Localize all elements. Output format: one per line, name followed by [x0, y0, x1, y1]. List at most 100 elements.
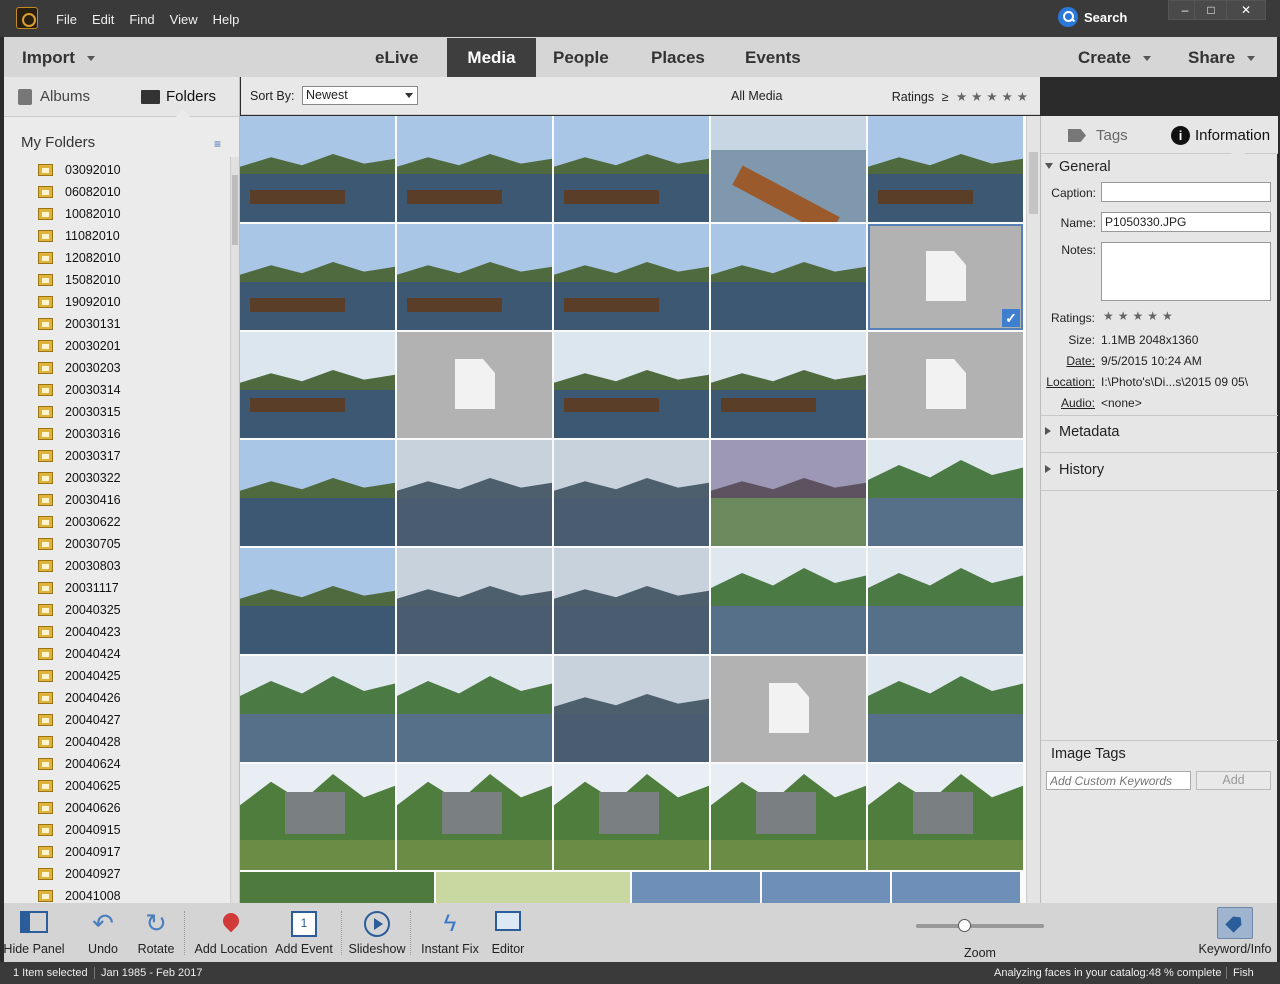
media-thumbnail[interactable]: [554, 116, 709, 222]
media-thumbnail[interactable]: [554, 656, 709, 762]
search-button[interactable]: Search: [1058, 7, 1127, 27]
media-thumbnail[interactable]: [240, 224, 395, 330]
notes-field[interactable]: [1101, 242, 1271, 301]
folder-item[interactable]: 20040917: [38, 841, 228, 863]
media-thumbnail[interactable]: [632, 872, 760, 903]
folder-item[interactable]: 20040424: [38, 643, 228, 665]
folder-item[interactable]: 20030201: [38, 335, 228, 357]
collapse-triangle-icon[interactable]: [1045, 163, 1053, 169]
audio-label[interactable]: Audio:: [1041, 396, 1095, 410]
media-thumbnail[interactable]: [397, 656, 552, 762]
zoom-slider[interactable]: [916, 919, 1044, 932]
keyword-info-button[interactable]: Keyword/Info: [1194, 903, 1276, 962]
media-grid-scrollbar[interactable]: [1026, 116, 1040, 903]
rating-stars-icon[interactable]: ★★★★★: [956, 90, 1032, 104]
media-thumbnail[interactable]: [397, 440, 552, 546]
folder-item[interactable]: 20040428: [38, 731, 228, 753]
media-thumbnail[interactable]: [711, 656, 866, 762]
folder-item[interactable]: 20030705: [38, 533, 228, 555]
folder-item[interactable]: 20040626: [38, 797, 228, 819]
media-thumbnail[interactable]: [868, 116, 1023, 222]
tab-information[interactable]: i Information: [1171, 126, 1270, 145]
media-thumbnail[interactable]: [240, 332, 395, 438]
tab-media[interactable]: Media: [447, 38, 536, 77]
media-thumbnail[interactable]: [711, 764, 866, 870]
general-section-header[interactable]: General: [1059, 159, 1111, 175]
expand-triangle-icon[interactable]: [1045, 465, 1051, 473]
folder-item[interactable]: 12082010: [38, 247, 228, 269]
media-thumbnail[interactable]: [868, 656, 1023, 762]
tab-events[interactable]: Events: [745, 48, 801, 68]
folder-item[interactable]: 15082010: [38, 269, 228, 291]
tab-albums[interactable]: Albums: [18, 88, 90, 105]
media-thumbnail[interactable]: [436, 872, 630, 903]
folder-item[interactable]: 20040427: [38, 709, 228, 731]
instant-fix-button[interactable]: ϟ Instant Fix: [418, 903, 482, 962]
media-thumbnail[interactable]: [868, 440, 1023, 546]
folder-list-scrollbar[interactable]: [230, 157, 239, 903]
folder-item[interactable]: 11082010: [38, 225, 228, 247]
editor-button[interactable]: Editor: [486, 903, 530, 962]
media-thumbnail[interactable]: [868, 548, 1023, 654]
folder-item[interactable]: 20030622: [38, 511, 228, 533]
folder-item[interactable]: 20030203: [38, 357, 228, 379]
folder-item[interactable]: 20030315: [38, 401, 228, 423]
media-thumbnail[interactable]: [397, 224, 552, 330]
add-location-button[interactable]: Add Location: [192, 903, 270, 962]
check-icon[interactable]: ✓: [1002, 309, 1020, 327]
folder-item[interactable]: 20030314: [38, 379, 228, 401]
folder-item[interactable]: 06082010: [38, 181, 228, 203]
folder-menu-icon[interactable]: ≡: [214, 137, 221, 151]
date-label[interactable]: Date:: [1041, 354, 1095, 368]
rating-stars-icon[interactable]: ★★★★★: [1103, 309, 1177, 323]
import-button[interactable]: Import: [22, 48, 95, 68]
media-thumbnail[interactable]: [397, 548, 552, 654]
rotate-button[interactable]: ↻ Rotate: [134, 903, 178, 962]
media-thumbnail[interactable]: [762, 872, 890, 903]
scrollbar-thumb[interactable]: [232, 175, 238, 245]
folder-item[interactable]: 20040425: [38, 665, 228, 687]
media-thumbnail[interactable]: [868, 764, 1023, 870]
media-thumbnail[interactable]: [868, 332, 1023, 438]
maximize-button[interactable]: □: [1194, 0, 1228, 20]
folder-item[interactable]: 20030316: [38, 423, 228, 445]
slideshow-button[interactable]: Slideshow: [348, 903, 406, 962]
folder-item[interactable]: 20040624: [38, 753, 228, 775]
folder-item[interactable]: 20040927: [38, 863, 228, 885]
tab-folders[interactable]: Folders: [141, 88, 216, 105]
folder-item[interactable]: 20040915: [38, 819, 228, 841]
folder-item[interactable]: 20040426: [38, 687, 228, 709]
folder-item[interactable]: 10082010: [38, 203, 228, 225]
media-thumbnail[interactable]: [711, 116, 866, 222]
media-thumbnail[interactable]: [711, 548, 866, 654]
caption-field[interactable]: [1101, 182, 1271, 202]
media-thumbnail[interactable]: [554, 332, 709, 438]
folder-item[interactable]: 19092010: [38, 291, 228, 313]
media-thumbnail[interactable]: [711, 440, 866, 546]
media-thumbnail[interactable]: [554, 224, 709, 330]
media-thumbnail[interactable]: [397, 116, 552, 222]
menu-file[interactable]: File: [56, 12, 77, 27]
keyword-input[interactable]: [1046, 771, 1191, 790]
media-thumbnail[interactable]: [554, 548, 709, 654]
media-thumbnail[interactable]: [240, 656, 395, 762]
sort-select[interactable]: Newest: [302, 86, 418, 105]
tab-people[interactable]: People: [553, 48, 609, 68]
media-thumbnail[interactable]: ✓: [868, 224, 1023, 330]
add-event-button[interactable]: 1 Add Event: [270, 903, 338, 962]
media-thumbnail[interactable]: [397, 332, 552, 438]
ratings-filter[interactable]: Ratings ≥ ★★★★★: [892, 89, 1032, 104]
folder-item[interactable]: 20030803: [38, 555, 228, 577]
folder-item[interactable]: 20030131: [38, 313, 228, 335]
media-thumbnail[interactable]: [554, 440, 709, 546]
folder-item[interactable]: 20040423: [38, 621, 228, 643]
history-section-header[interactable]: History: [1059, 462, 1104, 478]
create-button[interactable]: Create: [1078, 48, 1151, 68]
folder-item[interactable]: 20030322: [38, 467, 228, 489]
media-thumbnail[interactable]: [240, 764, 395, 870]
media-thumbnail[interactable]: [240, 872, 434, 903]
folder-item[interactable]: 20031117: [38, 577, 228, 599]
close-button[interactable]: ✕: [1226, 0, 1266, 20]
media-thumbnail[interactable]: [240, 440, 395, 546]
folder-item[interactable]: 20040325: [38, 599, 228, 621]
